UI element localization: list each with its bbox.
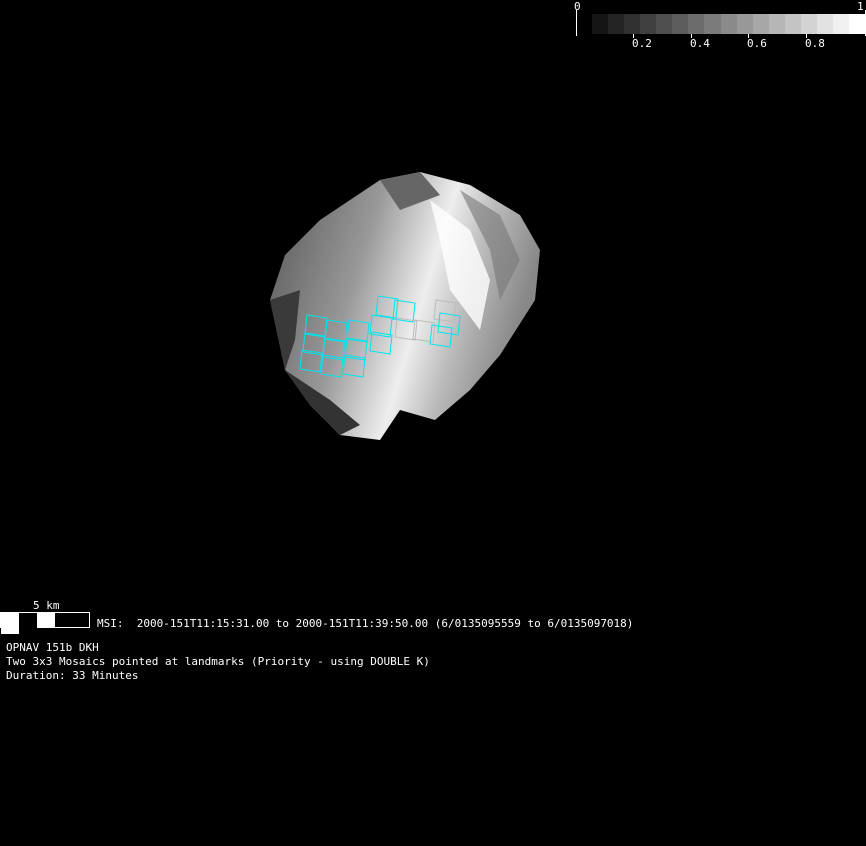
scale-bar-cell — [19, 627, 37, 634]
visualization-canvas: 0 1 0.2 0.4 0.6 0.8 5 km MSI: 2000-151T1… — [0, 0, 866, 846]
msi-time-range: MSI: 2000-151T11:15:31.00 to 2000-151T11… — [97, 617, 634, 630]
asteroid-render — [270, 172, 540, 440]
scale-bar-cell — [37, 620, 55, 627]
scale-bar-cell — [1, 627, 19, 634]
scale-bar-cell — [55, 620, 73, 627]
scale-bar-cell — [55, 613, 73, 620]
scale-bar-cell — [37, 613, 55, 620]
asteroid-shape — [270, 172, 540, 440]
scale-bar-cell — [1, 613, 19, 620]
scale-bar-label: 5 km — [33, 599, 60, 612]
info-duration: Duration: 33 Minutes — [6, 669, 139, 682]
scale-bar-cell — [1, 620, 19, 627]
scale-bar — [0, 612, 90, 634]
info-title: OPNAV 151b DKH — [6, 641, 99, 654]
scale-bar-cell — [19, 620, 37, 627]
scale-bar-cell — [19, 613, 37, 620]
info-description: Two 3x3 Mosaics pointed at landmarks (Pr… — [6, 655, 430, 668]
